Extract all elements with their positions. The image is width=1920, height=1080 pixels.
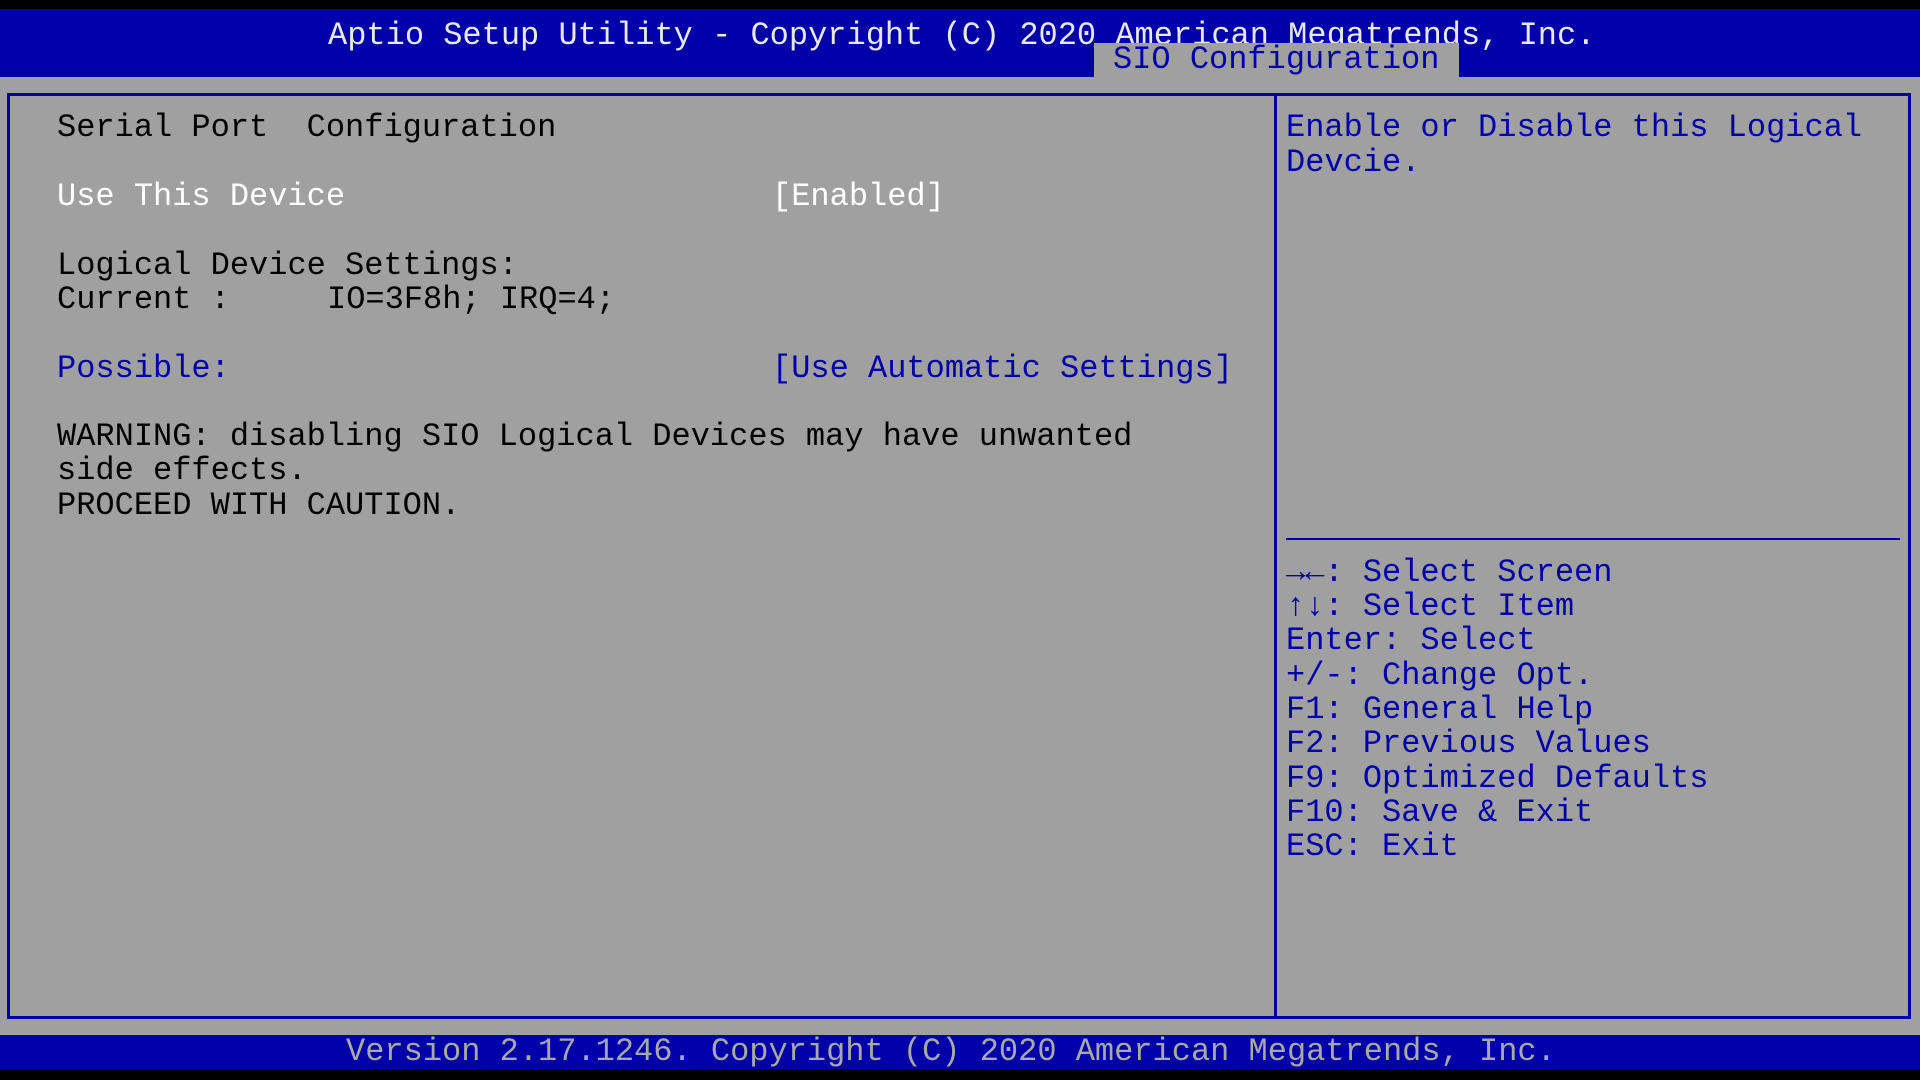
use-this-device-label[interactable]: Use This Device — [57, 180, 345, 214]
header-bar: Aptio Setup Utility - Copyright (C) 2020… — [0, 9, 1920, 77]
footer-version-text: Version 2.17.1246. Copyright (C) 2020 Am… — [346, 1033, 1556, 1070]
left-right-arrows-icon: →← — [1286, 554, 1325, 591]
key-help-f1: F1: General Help — [1286, 691, 1594, 728]
main-panel — [7, 93, 1911, 1019]
help-description-line-1: Enable or Disable this Logical — [1286, 109, 1863, 146]
use-this-device-value[interactable]: [Enabled] — [772, 180, 945, 214]
top-black-bar — [0, 0, 1920, 9]
warning-line-1: WARNING: disabling SIO Logical Devices m… — [57, 418, 1133, 455]
bottom-black-bar — [0, 1069, 1920, 1080]
current-value: IO=3F8h; IRQ=4; — [327, 281, 616, 318]
tab-label: SIO Configuration — [1113, 41, 1440, 78]
key-help-f10: F10: Save & Exit — [1286, 794, 1594, 831]
warning-line-3: PROCEED WITH CAUTION. — [57, 487, 461, 524]
warning-line-2: side effects. — [57, 452, 307, 489]
key-help-enter: Enter: Select — [1286, 622, 1536, 659]
key-help-f9: F9: Optimized Defaults — [1286, 760, 1709, 797]
section-title: Serial Port Configuration — [57, 109, 557, 146]
help-separator — [1286, 538, 1900, 540]
possible-value[interactable]: [Use Automatic Settings] — [772, 352, 1233, 386]
key-help-select-screen: →←: Select Screen — [1286, 554, 1613, 591]
key-help-change-opt: +/-: Change Opt. — [1286, 657, 1594, 694]
possible-label[interactable]: Possible: — [57, 352, 230, 386]
footer-bar: Version 2.17.1246. Copyright (C) 2020 Am… — [0, 1035, 1920, 1069]
current-label: Current : — [57, 281, 230, 318]
tab-sio-configuration[interactable]: SIO Configuration — [1094, 43, 1459, 77]
key-help-esc: ESC: Exit — [1286, 828, 1459, 865]
key-help-select-item: ↑↓: Select Item — [1286, 588, 1575, 625]
logical-device-settings-label: Logical Device Settings: — [57, 247, 518, 284]
help-description-line-2: Devcie. — [1286, 144, 1421, 181]
panel-divider — [1274, 93, 1277, 1019]
key-help-f2: F2: Previous Values — [1286, 725, 1651, 762]
up-down-arrows-icon: ↑↓ — [1286, 588, 1325, 625]
